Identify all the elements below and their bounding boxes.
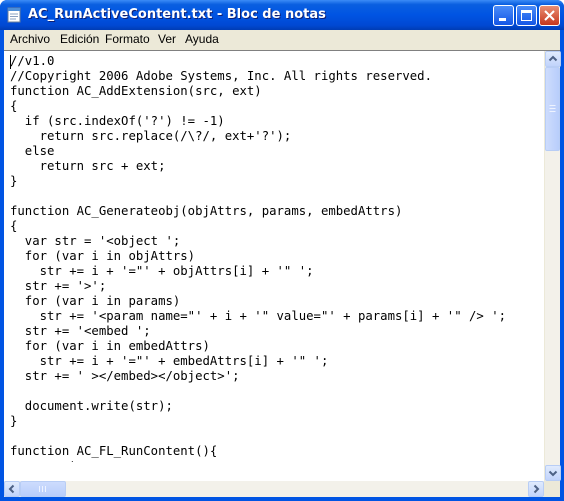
menu-ver[interactable]: Ver (158, 32, 176, 46)
arrow-right-icon (533, 484, 540, 494)
title-bar[interactable]: AC_RunActiveContent.txt - Bloc de notas (0, 0, 564, 30)
vertical-scroll-thumb[interactable] (545, 67, 560, 151)
menu-formato[interactable]: Formato (105, 32, 150, 46)
maximize-icon (521, 10, 532, 21)
text-cursor (10, 55, 11, 69)
notepad-icon[interactable] (7, 7, 22, 23)
scroll-left-button[interactable] (4, 481, 20, 497)
notepad-window: AC_RunActiveContent.txt - Bloc de notas … (0, 0, 564, 501)
arrow-up-icon (548, 55, 558, 62)
horizontal-scrollbar[interactable] (4, 481, 544, 497)
menu-archivo[interactable]: Archivo (10, 32, 50, 46)
arrow-down-icon (548, 470, 558, 477)
horizontal-scroll-thumb[interactable] (20, 481, 66, 497)
menu-ayuda[interactable]: Ayuda (185, 32, 219, 46)
scroll-down-button[interactable] (545, 465, 561, 481)
scrollbar-corner (544, 481, 560, 497)
close-button[interactable] (539, 5, 560, 26)
scroll-right-button[interactable] (528, 481, 544, 497)
menu-bar: Archivo Edición Formato Ver Ayuda (4, 30, 560, 50)
menu-edicion[interactable]: Edición (60, 32, 99, 46)
arrow-left-icon (8, 484, 15, 494)
text-content[interactable]: //v1.0 //Copyright 2006 Adobe Systems, I… (10, 54, 540, 462)
minimize-icon (499, 18, 506, 21)
minimize-button[interactable] (493, 5, 514, 26)
maximize-button[interactable] (516, 5, 537, 26)
grip-icon (549, 105, 556, 112)
scroll-up-button[interactable] (545, 51, 561, 67)
grip-icon (39, 486, 46, 492)
vertical-scrollbar[interactable] (544, 51, 561, 481)
text-editor[interactable]: //v1.0 //Copyright 2006 Adobe Systems, I… (4, 50, 561, 497)
window-title: AC_RunActiveContent.txt - Bloc de notas (28, 7, 326, 22)
close-icon (544, 10, 555, 21)
